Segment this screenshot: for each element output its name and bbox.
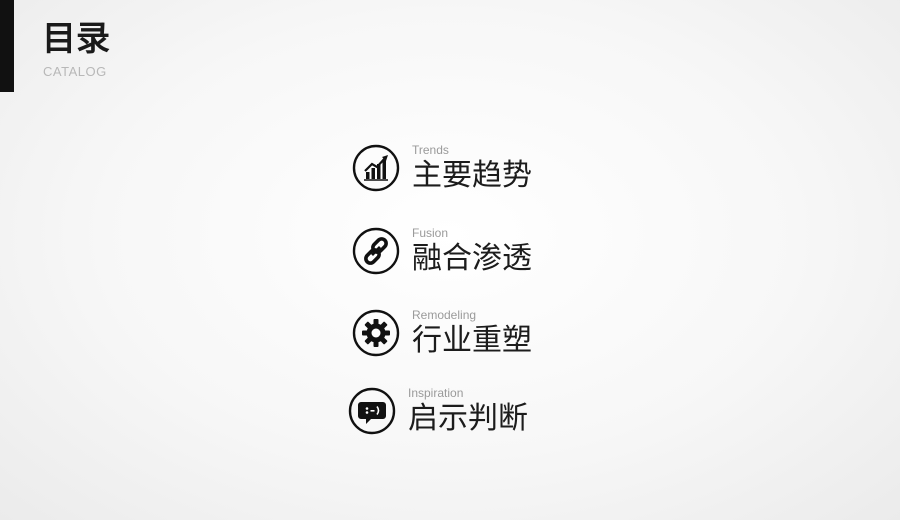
page-title: 目录 bbox=[42, 19, 110, 59]
item-chinese-label: 启示判断 bbox=[408, 401, 528, 436]
item-english-label: Remodeling bbox=[412, 308, 477, 322]
gear-icon bbox=[352, 309, 400, 357]
catalog-item-trends[interactable]: Trends 主要趋势 bbox=[352, 143, 532, 193]
item-english-label: Fusion bbox=[412, 226, 449, 240]
chain-link-icon bbox=[352, 227, 400, 275]
catalog-item-inspiration[interactable]: Inspiration 启示判断 bbox=[348, 386, 528, 436]
page-subtitle: CATALOG bbox=[43, 64, 107, 79]
catalog-item-fusion[interactable]: Fusion 融合渗透 bbox=[352, 226, 532, 276]
left-accent-bar bbox=[0, 0, 14, 92]
item-english-label: Trends bbox=[412, 143, 449, 157]
item-english-label: Inspiration bbox=[408, 386, 464, 400]
item-chinese-label: 行业重塑 bbox=[412, 323, 532, 358]
speech-bubble-icon bbox=[348, 387, 396, 435]
trend-chart-icon bbox=[352, 144, 400, 192]
catalog-item-remodeling[interactable]: Remodeling 行业重塑 bbox=[352, 308, 532, 358]
item-chinese-label: 主要趋势 bbox=[412, 158, 532, 193]
item-chinese-label: 融合渗透 bbox=[412, 241, 532, 276]
